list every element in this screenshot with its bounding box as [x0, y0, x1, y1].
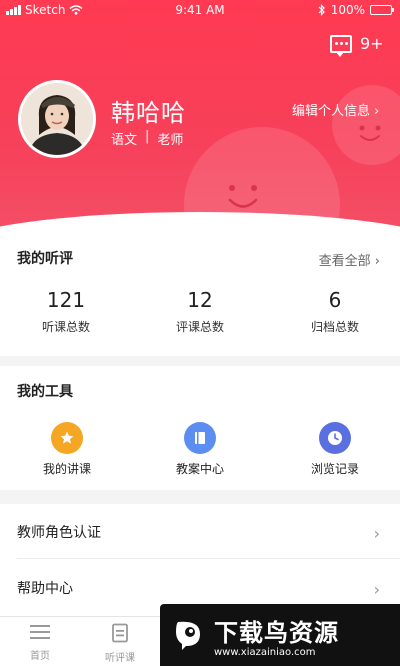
user-subinfo: 语文 | 老师: [111, 129, 183, 148]
menu-item-label: 教师角色认证: [17, 525, 101, 541]
separator: |: [145, 129, 150, 144]
divider: [17, 558, 400, 559]
tool-label: 浏览记录: [310, 462, 359, 476]
tab-label: 首页: [30, 651, 50, 662]
stat-value: 12: [187, 288, 213, 312]
messages-button[interactable]: 9+: [330, 34, 384, 57]
view-all-link[interactable]: 查看全部 ›: [319, 250, 380, 269]
tool-lesson-plans[interactable]: 教案中心: [150, 422, 250, 477]
avatar-photo: [21, 83, 93, 155]
stat-label: 归档总数: [310, 320, 359, 334]
tab-label: 听评课: [105, 653, 135, 664]
watermark-banner: 下载鸟资源 www.xiazainiao.com: [160, 604, 400, 666]
doc-icon: [112, 623, 128, 643]
role-label: 老师: [157, 133, 184, 148]
avatar[interactable]: [18, 80, 96, 158]
stat-label: 听课总数: [41, 320, 90, 334]
message-icon: [330, 34, 352, 57]
stat-lessons-reviewed[interactable]: 12 评课总数: [140, 288, 260, 335]
subject-label: 语文: [111, 133, 138, 148]
edit-profile-link[interactable]: 编辑个人信息 ›: [292, 100, 379, 119]
message-count-badge: 9+: [360, 34, 384, 53]
chevron-right-icon: ›: [373, 580, 380, 599]
stat-value: 121: [46, 288, 86, 312]
stat-value: 6: [328, 288, 342, 312]
tab-home[interactable]: 首页: [10, 623, 70, 662]
battery-percent: 100%: [330, 3, 365, 17]
tab-lesson-review[interactable]: 听评课: [90, 623, 150, 664]
book-icon: [184, 422, 216, 454]
menu-item-label: 帮助中心: [17, 581, 73, 597]
stat-lessons-attended[interactable]: 121 听课总数: [6, 288, 126, 335]
menu-item-teacher-verification[interactable]: 教师角色认证 ›: [0, 504, 400, 560]
tool-label: 教案中心: [175, 462, 224, 476]
stat-label: 评课总数: [175, 320, 224, 334]
menu-icon: [30, 625, 50, 639]
star-icon: [51, 422, 83, 454]
bluetooth-icon: [318, 4, 325, 16]
user-name: 韩哈哈: [111, 99, 186, 127]
clock-icon: [319, 422, 351, 454]
stat-archived[interactable]: 6 归档总数: [275, 288, 395, 335]
tool-label: 我的讲课: [42, 462, 91, 476]
tool-browse-history[interactable]: 浏览记录: [285, 422, 385, 477]
watermark-url: www.xiazainiao.com: [214, 646, 316, 658]
watermark-title: 下载鸟资源: [214, 618, 339, 647]
tool-my-lectures[interactable]: 我的讲课: [17, 422, 117, 477]
status-bar: Sketch 9:41 AM 100%: [0, 0, 400, 22]
reviews-title: 我的听评: [17, 251, 73, 267]
battery-icon: [370, 5, 394, 15]
bird-logo-icon: [176, 621, 200, 650]
chevron-right-icon: ›: [373, 524, 380, 543]
tools-title: 我的工具: [17, 384, 73, 400]
